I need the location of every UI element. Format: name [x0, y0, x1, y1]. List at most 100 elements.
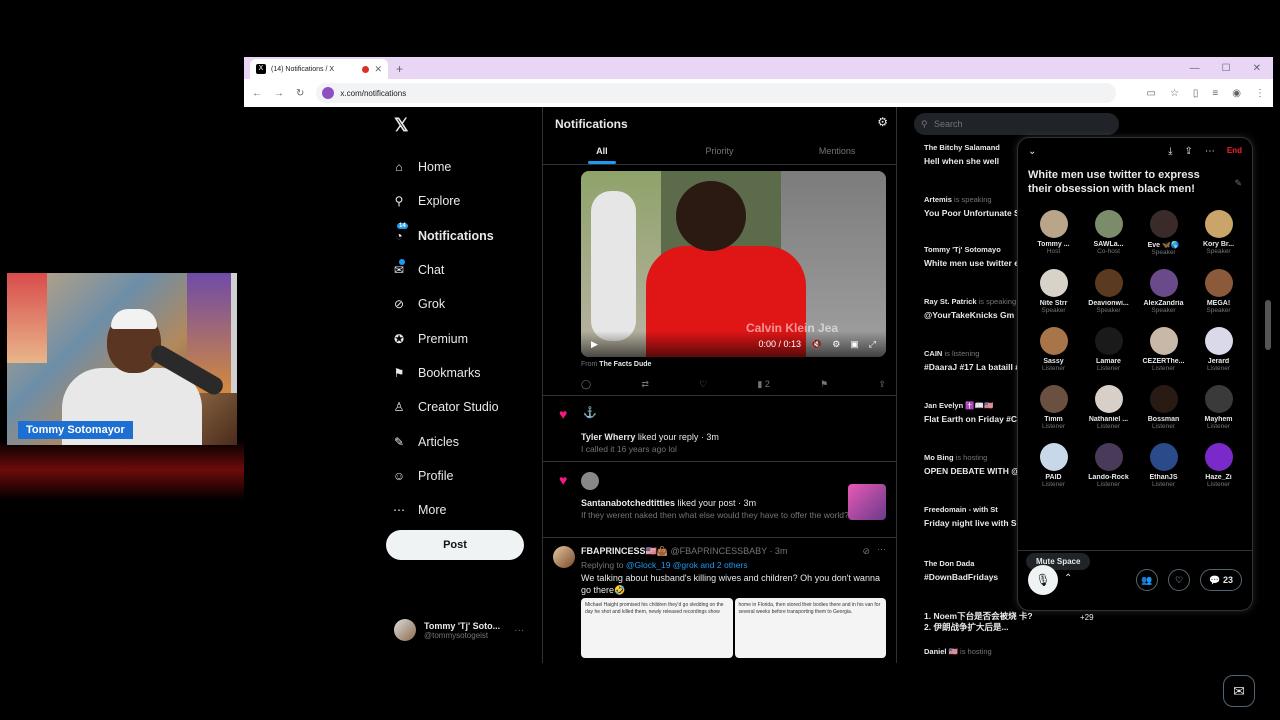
cast-icon[interactable]: ▭	[1146, 88, 1155, 99]
reply-icon[interactable]: ◯	[581, 379, 591, 390]
react-icon[interactable]: ♡	[1168, 569, 1190, 591]
menu-icon[interactable]: ⋮	[1255, 88, 1265, 99]
participant[interactable]: EthanJS Listener	[1136, 443, 1191, 488]
gear-icon[interactable]: ⚙	[877, 115, 888, 129]
participant[interactable]: SAWLa... Co-host	[1081, 210, 1136, 256]
participant[interactable]: Mayhem Listener	[1191, 385, 1246, 430]
source-name[interactable]: The Facts Dude	[599, 361, 651, 368]
edit-icon[interactable]: ✎	[1234, 178, 1242, 189]
more-icon[interactable]: ⋯	[1205, 146, 1215, 157]
nav-profile[interactable]: ☺ Profile	[392, 459, 542, 493]
tab-notifications[interactable]: X (14) Notifications / X ✕	[250, 59, 388, 79]
list-item[interactable]: ♥ ⚓ Tyler Wherry liked your reply · 3m I…	[543, 395, 896, 461]
reply-users[interactable]: @Glock_19 @grok and 2 others	[626, 560, 748, 570]
x-logo-icon[interactable]: 𝕏	[394, 115, 542, 136]
maximize-button[interactable]: ☐	[1222, 59, 1231, 79]
participant[interactable]: Lando-Rock Listener	[1081, 443, 1136, 488]
repost-icon[interactable]: ⇄	[641, 379, 649, 390]
participant[interactable]: Jerard Listener	[1191, 327, 1246, 372]
participant[interactable]: Tommy ... Host	[1026, 210, 1081, 256]
user-name[interactable]: Tyler Wherry	[581, 432, 635, 442]
participant[interactable]: Haze_Zi Listener	[1191, 443, 1246, 488]
volume-icon[interactable]: 🔇	[811, 339, 822, 350]
participant[interactable]: Kory Br... Speaker	[1191, 210, 1246, 256]
participant[interactable]: Deavionwi... Speaker	[1081, 269, 1136, 314]
nav-premium[interactable]: ✪ Premium	[392, 321, 542, 355]
comments-button[interactable]: 💬 23	[1200, 569, 1242, 591]
page-scrollbar[interactable]	[1265, 300, 1271, 350]
views-count[interactable]: ▮ 2	[757, 379, 769, 390]
play-icon[interactable]: ▶	[591, 339, 598, 350]
participant[interactable]: Sassy Listener	[1026, 327, 1081, 372]
minimize-icon[interactable]: ⤓	[1168, 146, 1172, 157]
share-icon[interactable]: ⇪	[1185, 146, 1193, 157]
profile-icon[interactable]: ◉	[1232, 88, 1241, 99]
list-item[interactable]: ♥ Santanabotchedtitties liked your post …	[543, 461, 896, 537]
back-icon[interactable]: ←	[252, 88, 262, 99]
participant[interactable]: PAID Listener	[1026, 443, 1081, 488]
nav-more[interactable]: ⋯ More	[392, 493, 542, 527]
fullscreen-icon[interactable]: ⤢	[869, 339, 876, 350]
tweet-images[interactable]: Michael Haight promised his children the…	[581, 598, 886, 658]
participant[interactable]: Lamare Listener	[1081, 327, 1136, 372]
settings-icon[interactable]: ⚙	[832, 339, 840, 350]
bookmark-icon[interactable]: ⚑	[820, 379, 828, 390]
participant[interactable]: Nathaniel ... Listener	[1081, 385, 1136, 430]
nav-explore[interactable]: ⚲ Explore	[392, 184, 542, 218]
pip-icon[interactable]: ▣	[850, 339, 859, 350]
messages-icon[interactable]: ✉	[1223, 675, 1255, 707]
bookmark-star-icon[interactable]: ☆	[1170, 88, 1179, 99]
nav-bookmarks[interactable]: ⚑ Bookmarks	[392, 356, 542, 390]
nav-notifications[interactable]: ◔ 14 Notifications	[392, 219, 542, 253]
address-bar[interactable]: x.com/notifications	[316, 83, 1117, 103]
chevron-down-icon[interactable]: ⌄	[1028, 146, 1036, 157]
avatar	[1094, 269, 1123, 297]
close-window-button[interactable]: ✕	[1253, 59, 1261, 79]
participant[interactable]: MEGA! Speaker	[1191, 269, 1246, 314]
participant[interactable]: Bossman Listener	[1136, 385, 1191, 430]
address-bar-icons: ▭ ☆ ▯ ≡ ◉ ⋮	[1146, 88, 1265, 99]
participant[interactable]: AlexZandria Speaker	[1136, 269, 1191, 314]
author-name[interactable]: FBAPRINCESS🇺🇸👜	[581, 546, 668, 556]
nav-articles[interactable]: ✎ Articles	[392, 424, 542, 458]
participant[interactable]: Nite Strr Speaker	[1026, 269, 1081, 314]
space-card[interactable]: Daniel 🇺🇸 is hosting	[924, 647, 1119, 656]
chevron-up-icon[interactable]: ⌃	[1064, 573, 1072, 584]
share-icon[interactable]: ⇪	[878, 379, 886, 390]
participant[interactable]: Timm Listener	[1026, 385, 1081, 430]
user-name[interactable]: Santanabotchedtitties	[581, 498, 675, 508]
post-button[interactable]: Post	[386, 530, 524, 560]
close-tab-icon[interactable]: ✕	[374, 64, 382, 75]
video-player[interactable]: Calvin Klein Jea ▶ 0:00 / 0:13 🔇 ⚙ ▣ ⤢	[581, 171, 886, 357]
tweet-text: We talking about husband's killing wives…	[581, 573, 880, 595]
participant[interactable]: Eve 🦋🌎 Speaker	[1136, 210, 1191, 256]
more-icon[interactable]: ···	[877, 544, 886, 554]
people-icon[interactable]: 👥	[1136, 569, 1158, 591]
forward-icon[interactable]: →	[274, 88, 284, 99]
site-info-icon[interactable]	[322, 87, 335, 99]
microphone-icon[interactable]: 🎙	[1028, 565, 1058, 595]
more-options-icon[interactable]: ···	[514, 625, 524, 636]
reload-icon[interactable]: ↻	[296, 88, 304, 99]
tab-mentions[interactable]: Mentions	[778, 138, 896, 164]
tab-priority[interactable]: Priority	[661, 138, 779, 164]
grok-icon[interactable]: ⊘	[862, 546, 870, 557]
sidepanel-icon[interactable]: ▯	[1193, 88, 1199, 99]
nav-home[interactable]: ⌂ Home	[392, 150, 542, 184]
minimize-button[interactable]: —	[1190, 59, 1200, 79]
tweet[interactable]: FBAPRINCESS🇺🇸👜 @FBAPRINCESSBABY · 3m ⊘ ·…	[543, 537, 896, 663]
new-tab-button[interactable]: +	[396, 59, 403, 79]
avatar	[1039, 210, 1068, 238]
nav-creator-studio[interactable]: ♙ Creator Studio	[392, 390, 542, 424]
account-switcher[interactable]: Tommy 'Tj' Soto... @tommysotogeist ···	[394, 619, 524, 641]
participant[interactable]: CEZERThe... Listener	[1136, 327, 1191, 372]
nav-grok[interactable]: ⊘ Grok	[392, 287, 542, 321]
media-icon[interactable]: ≡	[1212, 88, 1218, 99]
avatar[interactable]	[553, 546, 575, 568]
post-thumbnail[interactable]	[848, 484, 886, 520]
like-icon[interactable]: ♡	[699, 379, 707, 390]
search-input[interactable]: ⚲ Search	[914, 113, 1119, 135]
nav-chat[interactable]: ✉ Chat	[392, 253, 542, 287]
tab-all[interactable]: All	[543, 138, 661, 164]
end-space-button[interactable]: End	[1227, 146, 1242, 157]
